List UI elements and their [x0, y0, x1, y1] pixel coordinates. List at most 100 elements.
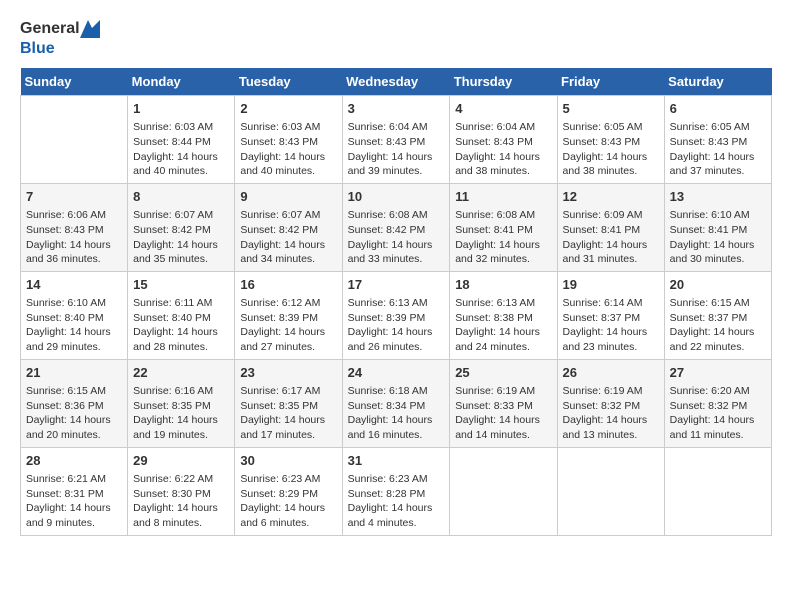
cell-content: Sunrise: 6:09 AM Sunset: 8:41 PM Dayligh…: [563, 208, 659, 267]
cell-content: Sunrise: 6:23 AM Sunset: 8:28 PM Dayligh…: [348, 472, 445, 531]
day-number: 28: [26, 452, 122, 470]
cell-content: Sunrise: 6:13 AM Sunset: 8:39 PM Dayligh…: [348, 296, 445, 355]
day-header-thursday: Thursday: [450, 68, 557, 96]
calendar-cell: 23 Sunrise: 6:17 AM Sunset: 8:35 PM Dayli…: [235, 359, 342, 447]
header: General Blue: [20, 20, 772, 58]
cell-content: Sunrise: 6:18 AM Sunset: 8:34 PM Dayligh…: [348, 384, 445, 443]
day-number: 10: [348, 188, 445, 206]
day-number: 7: [26, 188, 122, 206]
day-number: 12: [563, 188, 659, 206]
calendar-cell: 6 Sunrise: 6:05 AM Sunset: 8:43 PM Daylig…: [664, 96, 771, 184]
logo: General Blue: [20, 20, 100, 58]
cell-content: Sunrise: 6:07 AM Sunset: 8:42 PM Dayligh…: [133, 208, 229, 267]
cell-content: Sunrise: 6:10 AM Sunset: 8:40 PM Dayligh…: [26, 296, 122, 355]
day-header-saturday: Saturday: [664, 68, 771, 96]
cell-content: Sunrise: 6:15 AM Sunset: 8:36 PM Dayligh…: [26, 384, 122, 443]
day-number: 2: [240, 100, 336, 118]
day-number: 26: [563, 364, 659, 382]
calendar-cell: 17 Sunrise: 6:13 AM Sunset: 8:39 PM Dayli…: [342, 271, 450, 359]
day-number: 19: [563, 276, 659, 294]
day-number: 29: [133, 452, 229, 470]
cell-content: Sunrise: 6:12 AM Sunset: 8:39 PM Dayligh…: [240, 296, 336, 355]
calendar-cell: 26 Sunrise: 6:19 AM Sunset: 8:32 PM Dayli…: [557, 359, 664, 447]
day-number: 22: [133, 364, 229, 382]
day-number: 18: [455, 276, 551, 294]
day-number: 15: [133, 276, 229, 294]
calendar-cell: 11 Sunrise: 6:08 AM Sunset: 8:41 PM Dayli…: [450, 183, 557, 271]
calendar-cell: 31 Sunrise: 6:23 AM Sunset: 8:28 PM Dayli…: [342, 447, 450, 535]
day-number: 31: [348, 452, 445, 470]
calendar-cell: 22 Sunrise: 6:16 AM Sunset: 8:35 PM Dayli…: [128, 359, 235, 447]
day-number: 9: [240, 188, 336, 206]
calendar-cell: 4Sunrise: 6:04 AM Sunset: 8:43 PM Daylig…: [450, 96, 557, 184]
cell-content: Sunrise: 6:16 AM Sunset: 8:35 PM Dayligh…: [133, 384, 229, 443]
cell-content: Sunrise: 6:17 AM Sunset: 8:35 PM Dayligh…: [240, 384, 336, 443]
cell-content: Sunrise: 6:05 AM Sunset: 8:43 PM Dayligh…: [563, 120, 659, 179]
day-number: 8: [133, 188, 229, 206]
header-row: SundayMondayTuesdayWednesdayThursdayFrid…: [21, 68, 772, 96]
calendar-cell: 15 Sunrise: 6:11 AM Sunset: 8:40 PM Dayli…: [128, 271, 235, 359]
calendar-cell: 25Sunrise: 6:19 AM Sunset: 8:33 PM Dayli…: [450, 359, 557, 447]
cell-content: Sunrise: 6:04 AM Sunset: 8:43 PM Dayligh…: [348, 120, 445, 179]
day-number: 17: [348, 276, 445, 294]
cell-content: Sunrise: 6:06 AM Sunset: 8:43 PM Dayligh…: [26, 208, 122, 267]
calendar-cell: 10 Sunrise: 6:08 AM Sunset: 8:42 PM Dayli…: [342, 183, 450, 271]
cell-content: Sunrise: 6:22 AM Sunset: 8:30 PM Dayligh…: [133, 472, 229, 531]
day-number: 23: [240, 364, 336, 382]
day-header-wednesday: Wednesday: [342, 68, 450, 96]
calendar-table: SundayMondayTuesdayWednesdayThursdayFrid…: [20, 68, 772, 536]
cell-content: Sunrise: 6:15 AM Sunset: 8:37 PM Dayligh…: [670, 296, 766, 355]
cell-content: Sunrise: 6:13 AM Sunset: 8:38 PM Dayligh…: [455, 296, 551, 355]
week-row-2: 7 Sunrise: 6:06 AM Sunset: 8:43 PM Daylig…: [21, 183, 772, 271]
calendar-cell: 9 Sunrise: 6:07 AM Sunset: 8:42 PM Daylig…: [235, 183, 342, 271]
cell-content: Sunrise: 6:07 AM Sunset: 8:42 PM Dayligh…: [240, 208, 336, 267]
cell-content: Sunrise: 6:08 AM Sunset: 8:42 PM Dayligh…: [348, 208, 445, 267]
day-header-tuesday: Tuesday: [235, 68, 342, 96]
cell-content: Sunrise: 6:19 AM Sunset: 8:33 PM Dayligh…: [455, 384, 551, 443]
day-number: 21: [26, 364, 122, 382]
day-header-monday: Monday: [128, 68, 235, 96]
day-number: 11: [455, 188, 551, 206]
cell-content: Sunrise: 6:19 AM Sunset: 8:32 PM Dayligh…: [563, 384, 659, 443]
calendar-cell: 24Sunrise: 6:18 AM Sunset: 8:34 PM Dayli…: [342, 359, 450, 447]
day-number: 16: [240, 276, 336, 294]
calendar-cell: 21 Sunrise: 6:15 AM Sunset: 8:36 PM Dayli…: [21, 359, 128, 447]
calendar-cell: [557, 447, 664, 535]
calendar-cell: 14 Sunrise: 6:10 AM Sunset: 8:40 PM Dayli…: [21, 271, 128, 359]
calendar-cell: 27 Sunrise: 6:20 AM Sunset: 8:32 PM Dayli…: [664, 359, 771, 447]
day-header-sunday: Sunday: [21, 68, 128, 96]
calendar-cell: 13Sunrise: 6:10 AM Sunset: 8:41 PM Dayli…: [664, 183, 771, 271]
cell-content: Sunrise: 6:11 AM Sunset: 8:40 PM Dayligh…: [133, 296, 229, 355]
cell-content: Sunrise: 6:08 AM Sunset: 8:41 PM Dayligh…: [455, 208, 551, 267]
calendar-cell: [450, 447, 557, 535]
cell-content: Sunrise: 6:23 AM Sunset: 8:29 PM Dayligh…: [240, 472, 336, 531]
logo-general: General: [20, 20, 80, 38]
calendar-cell: 8 Sunrise: 6:07 AM Sunset: 8:42 PM Daylig…: [128, 183, 235, 271]
cell-content: Sunrise: 6:14 AM Sunset: 8:37 PM Dayligh…: [563, 296, 659, 355]
cell-content: Sunrise: 6:03 AM Sunset: 8:44 PM Dayligh…: [133, 120, 229, 179]
day-number: 1: [133, 100, 229, 118]
day-number: 6: [670, 100, 766, 118]
calendar-cell: 29 Sunrise: 6:22 AM Sunset: 8:30 PM Dayli…: [128, 447, 235, 535]
cell-content: Sunrise: 6:20 AM Sunset: 8:32 PM Dayligh…: [670, 384, 766, 443]
calendar-cell: 28 Sunrise: 6:21 AM Sunset: 8:31 PM Dayli…: [21, 447, 128, 535]
calendar-cell: 12 Sunrise: 6:09 AM Sunset: 8:41 PM Dayli…: [557, 183, 664, 271]
day-header-friday: Friday: [557, 68, 664, 96]
cell-content: Sunrise: 6:21 AM Sunset: 8:31 PM Dayligh…: [26, 472, 122, 531]
calendar-cell: 30 Sunrise: 6:23 AM Sunset: 8:29 PM Dayli…: [235, 447, 342, 535]
week-row-3: 14 Sunrise: 6:10 AM Sunset: 8:40 PM Dayli…: [21, 271, 772, 359]
logo-blue: Blue: [20, 40, 55, 58]
calendar-cell: 7 Sunrise: 6:06 AM Sunset: 8:43 PM Daylig…: [21, 183, 128, 271]
calendar-cell: [21, 96, 128, 184]
calendar-cell: 5 Sunrise: 6:05 AM Sunset: 8:43 PM Daylig…: [557, 96, 664, 184]
cell-content: Sunrise: 6:10 AM Sunset: 8:41 PM Dayligh…: [670, 208, 766, 267]
day-number: 5: [563, 100, 659, 118]
cell-content: Sunrise: 6:05 AM Sunset: 8:43 PM Dayligh…: [670, 120, 766, 179]
calendar-cell: [664, 447, 771, 535]
day-number: 30: [240, 452, 336, 470]
day-number: 27: [670, 364, 766, 382]
day-number: 14: [26, 276, 122, 294]
calendar-cell: 19 Sunrise: 6:14 AM Sunset: 8:37 PM Dayli…: [557, 271, 664, 359]
week-row-5: 28 Sunrise: 6:21 AM Sunset: 8:31 PM Dayli…: [21, 447, 772, 535]
calendar-cell: 20Sunrise: 6:15 AM Sunset: 8:37 PM Dayli…: [664, 271, 771, 359]
